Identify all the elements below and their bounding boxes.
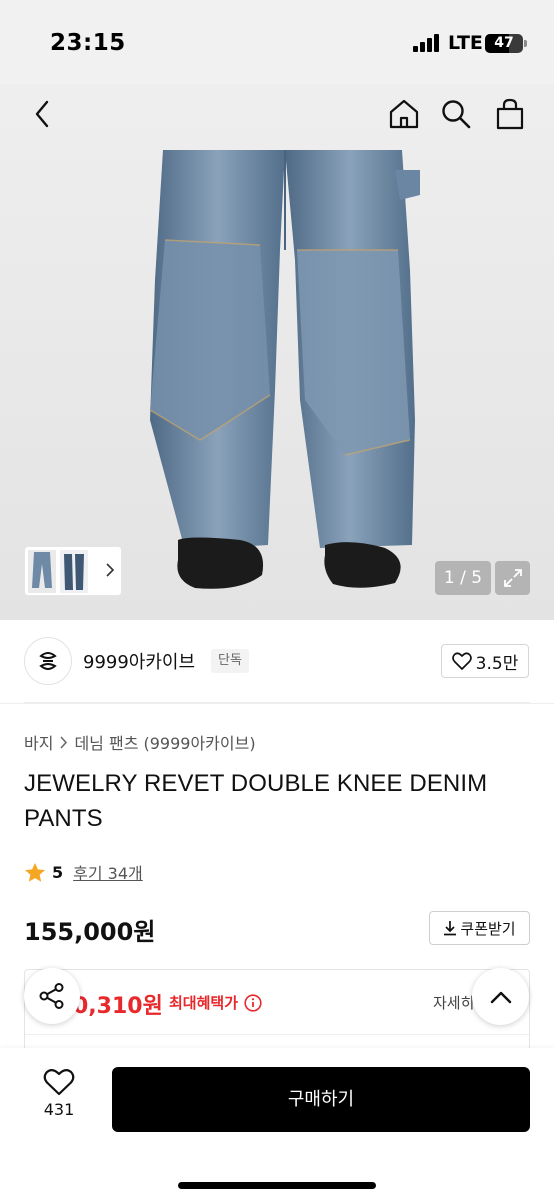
seller-logo-icon: [39, 652, 57, 670]
status-bar: 23:15 LTE 47: [0, 0, 554, 84]
wishlist-count: 431: [43, 1100, 75, 1119]
bottom-action-bar: 431 구매하기: [0, 1048, 554, 1200]
chevron-right-icon: [106, 563, 115, 577]
share-button[interactable]: [24, 968, 80, 1024]
product-price: 155,000원: [24, 918, 156, 946]
max-benefit-box[interactable]: 0,310원 최대혜택가 자세히: [24, 969, 530, 1059]
thumbnail-1[interactable]: [28, 550, 56, 593]
seller-row[interactable]: 9999아카이브 단독 3.5만: [0, 620, 554, 704]
max-benefit-price: 0,310원: [73, 994, 163, 1019]
shopping-bag-icon: [496, 98, 524, 130]
chevron-left-icon: [35, 100, 49, 128]
search-button[interactable]: [436, 94, 476, 134]
scroll-top-button[interactable]: [472, 968, 529, 1025]
status-time: 23:15: [50, 30, 126, 56]
heart-icon: [43, 1069, 75, 1096]
seller-name[interactable]: 9999아카이브: [83, 648, 195, 674]
expand-icon: [503, 569, 522, 587]
thumbnail-2[interactable]: [60, 550, 88, 593]
shopping-bag-button[interactable]: [490, 94, 530, 134]
wishlist-button[interactable]: 431: [30, 1068, 88, 1130]
max-benefit-text: 최대혜택가: [169, 994, 239, 1012]
seller-like-button[interactable]: 3.5만: [441, 644, 529, 678]
breadcrumb-category[interactable]: 바지: [24, 730, 53, 754]
chevron-up-icon: [490, 991, 511, 1003]
page-indicator: 1 / 5: [435, 561, 491, 595]
top-navigation: [0, 84, 554, 144]
buy-button[interactable]: 구매하기: [112, 1067, 530, 1132]
breadcrumb: 바지 데님 팬츠 (9999아카이브): [24, 730, 256, 754]
back-button[interactable]: [22, 94, 62, 134]
share-icon: [39, 983, 64, 1009]
divider: [24, 702, 530, 703]
seller-like-count: 3.5만: [475, 653, 519, 674]
home-indicator: [178, 1182, 376, 1189]
heart-icon: [451, 652, 472, 670]
star-icon: [25, 862, 45, 882]
home-button[interactable]: [384, 94, 424, 134]
breadcrumb-subcategory[interactable]: 데님 팬츠 (9999아카이브): [74, 730, 255, 754]
thumbnail-strip[interactable]: [24, 546, 122, 596]
signal-icon: [413, 34, 443, 52]
coupon-label: 쿠폰받기: [460, 919, 516, 938]
info-icon[interactable]: [244, 993, 262, 1012]
exclusive-badge: 단독: [211, 649, 249, 673]
expand-button[interactable]: [495, 561, 530, 595]
search-icon: [442, 100, 471, 129]
coupon-button[interactable]: 쿠폰받기: [429, 911, 530, 945]
download-icon: [444, 921, 457, 936]
rating-score: 5: [52, 862, 64, 882]
review-link[interactable]: 후기 34개: [73, 860, 143, 884]
divider: [25, 1034, 529, 1035]
product-title: JEWELRY REVET DOUBLE KNEE DENIM PANTS: [24, 770, 488, 832]
seller-avatar[interactable]: [24, 637, 72, 685]
rating-row[interactable]: 5 후기 34개: [24, 860, 143, 884]
network-type: LTE: [448, 32, 483, 54]
max-benefit-label: 최대혜택가: [169, 992, 262, 1013]
benefit-detail-link[interactable]: 자세히: [433, 992, 474, 1013]
home-icon: [389, 99, 419, 129]
chevron-right-icon: [60, 735, 68, 749]
battery-level: 47: [494, 35, 514, 51]
battery-icon: 47: [485, 34, 523, 53]
